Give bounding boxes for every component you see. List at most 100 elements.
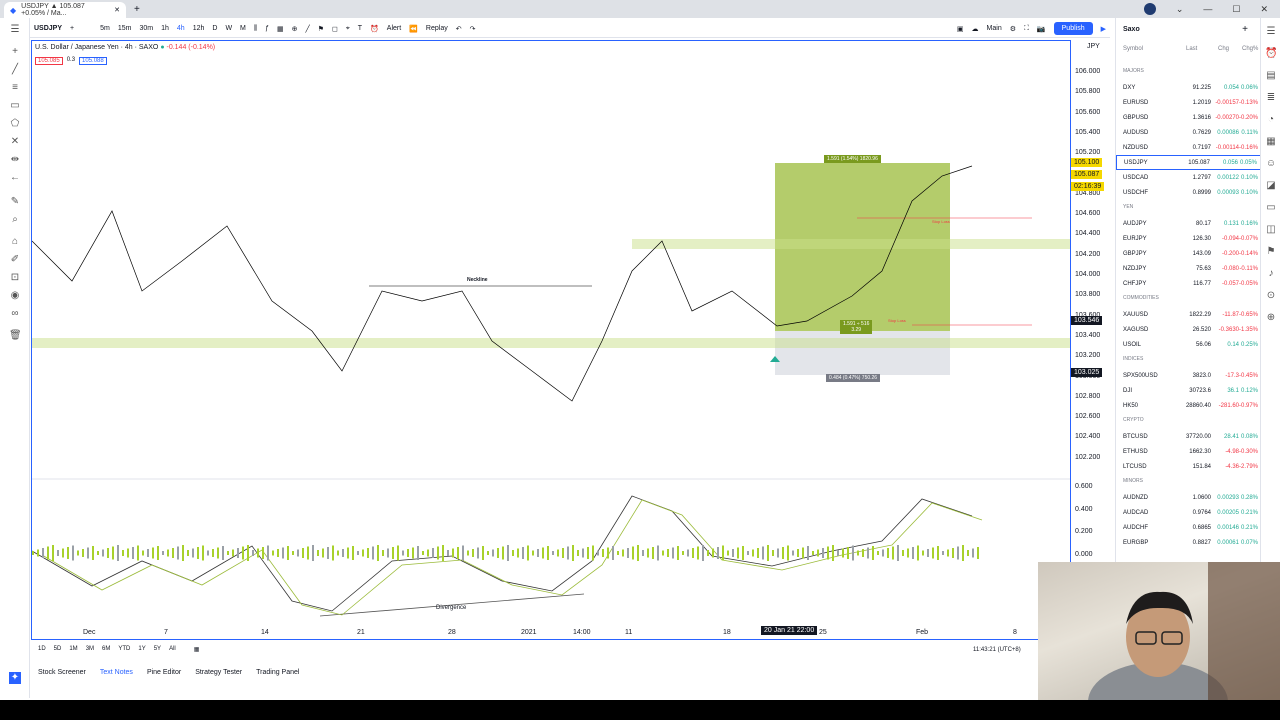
range-1d[interactable]: 1D: [38, 646, 46, 658]
interval-30m[interactable]: 30m: [139, 25, 153, 32]
range-ytd[interactable]: YTD: [118, 646, 130, 658]
trend-line-icon[interactable]: ╱: [9, 64, 21, 76]
time-axis[interactable]: Dec 7 14 21 28 2021 14:00 11 18 20 Jan 21 22:00 25…: [31, 626, 1071, 640]
eye-icon[interactable]: ◉: [9, 290, 21, 302]
close-tab-icon[interactable]: ✕: [114, 6, 120, 14]
range-3m[interactable]: 3M: [86, 646, 94, 658]
replay-button[interactable]: Replay: [426, 25, 448, 32]
link-icon[interactable]: ∞: [9, 308, 21, 320]
watchlist-row[interactable]: ETHUSD 1662.30 -4.98 -0.30%: [1116, 444, 1261, 459]
watchlist-row[interactable]: EURUSD 1.2019 -0.00157 -0.13%: [1116, 95, 1261, 110]
add-symbol-icon[interactable]: +: [70, 25, 74, 32]
header-chg[interactable]: Chg: [1218, 46, 1229, 52]
tab-pine-editor[interactable]: Pine Editor: [147, 669, 181, 676]
compare-icon[interactable]: ⊕: [292, 25, 298, 33]
fib-icon[interactable]: ≡: [9, 82, 21, 94]
sidebar-tool-icon[interactable]: ♪: [1265, 268, 1277, 280]
fullscreen-icon[interactable]: ⛶: [1024, 25, 1029, 33]
range-6m[interactable]: 6M: [102, 646, 110, 658]
measure-icon[interactable]: ⇹: [9, 154, 21, 166]
undo-icon[interactable]: ↶: [456, 25, 462, 33]
templates-icon[interactable]: ▦: [277, 25, 284, 33]
cloud-icon[interactable]: ☁: [972, 25, 979, 33]
header-chgp[interactable]: Chg%: [1242, 46, 1258, 52]
sidebar-tool-icon[interactable]: ▦: [1265, 136, 1277, 148]
layout-icon[interactable]: ▣: [957, 25, 964, 33]
sidebar-tool-icon[interactable]: ⊕: [1265, 312, 1277, 324]
watchlist-row[interactable]: AUDCHF 0.6865 0.00146 0.21%: [1116, 520, 1261, 535]
tab-strategy-tester[interactable]: Strategy Tester: [195, 669, 242, 676]
replay-icon[interactable]: ⏪: [409, 25, 418, 33]
shapes-icon[interactable]: ▭: [9, 100, 21, 112]
settings-icon[interactable]: ⚙: [1010, 25, 1016, 33]
sidebar-tool-icon[interactable]: ≣: [1265, 92, 1277, 104]
calendar-icon[interactable]: ▦: [194, 646, 200, 658]
magnet-icon[interactable]: ⌂: [9, 236, 21, 248]
back-icon[interactable]: ←: [9, 172, 21, 184]
minimize-icon[interactable]: —: [1203, 4, 1212, 14]
sidebar-tool-icon[interactable]: ☰: [1265, 26, 1277, 38]
alert-button[interactable]: Alert: [387, 25, 401, 32]
price-chart[interactable]: U.S. Dollar / Japanese Yen · 4h · SAXO ●…: [31, 40, 1071, 640]
watchlist-row[interactable]: USDJPY 105.087 0.056 0.05%: [1116, 155, 1261, 170]
watchlist-row[interactable]: AUDUSD 0.7629 0.00086 0.11%: [1116, 125, 1261, 140]
sidebar-tool-icon[interactable]: ◪: [1265, 180, 1277, 192]
sidebar-tool-icon[interactable]: ⏰: [1265, 48, 1277, 60]
watchlist-row[interactable]: EURGBP 0.8827 0.00061 0.07%: [1116, 535, 1261, 550]
watchlist-row[interactable]: BTCUSD 37720.00 28.41 0.08%: [1116, 429, 1261, 444]
publish-button[interactable]: Publish: [1053, 22, 1093, 35]
close-window-icon[interactable]: ✕: [1260, 4, 1268, 15]
watchlist-row[interactable]: EURJPY 126.30 -0.094 -0.07%: [1116, 231, 1261, 246]
header-last[interactable]: Last: [1186, 46, 1197, 52]
lock-icon[interactable]: ⊡: [9, 272, 21, 284]
tab-trading-panel[interactable]: Trading Panel: [256, 669, 299, 676]
sidebar-tool-icon[interactable]: ☺: [1265, 158, 1277, 170]
menu-icon[interactable]: ☰: [9, 24, 21, 36]
callout-icon[interactable]: ◻: [332, 25, 338, 33]
watchlist-row[interactable]: USOIL 56.06 0.14 0.25%: [1116, 337, 1261, 352]
watchlist-row[interactable]: AUDNZD 1.0600 0.00293 0.28%: [1116, 490, 1261, 505]
watchlist-row[interactable]: AUDJPY 80.17 0.131 0.16%: [1116, 216, 1261, 231]
indicators-icon[interactable]: ƒ: [265, 25, 269, 32]
watchlist-row[interactable]: AUDCAD 0.9764 0.00205 0.21%: [1116, 505, 1261, 520]
interval-5m[interactable]: 5m: [100, 25, 110, 32]
line-tool-icon[interactable]: ╱: [306, 25, 310, 33]
sidebar-tool-icon[interactable]: ◔: [1265, 114, 1277, 126]
watchlist-row[interactable]: NZDUSD 0.7197 -0.00114 -0.16%: [1116, 140, 1261, 155]
app-logo-icon[interactable]: ✦: [9, 672, 21, 684]
range-1m[interactable]: 1M: [69, 646, 77, 658]
watchlist-row[interactable]: HK50 28860.40 -281.60 -0.97%: [1116, 398, 1261, 413]
pin-icon[interactable]: ⌖: [346, 25, 350, 33]
add-symbol-icon[interactable]: +: [1242, 24, 1248, 35]
header-symbol[interactable]: Symbol: [1123, 46, 1143, 52]
text-icon[interactable]: T: [358, 25, 362, 32]
pencil-icon[interactable]: ✐: [9, 254, 21, 266]
pattern-icon[interactable]: ⬠: [9, 118, 21, 130]
watchlist-row[interactable]: SPX500USD 3823.0 -17.3 -0.45%: [1116, 368, 1261, 383]
range-5y[interactable]: 5Y: [154, 646, 161, 658]
browser-tab[interactable]: ◆ USDJPY ▲ 105.087 +0.05% / Ma... ✕: [4, 2, 126, 18]
interval-d[interactable]: D: [212, 25, 217, 32]
range-1y[interactable]: 1Y: [138, 646, 145, 658]
menu-chevron-icon[interactable]: ⌄: [1176, 4, 1184, 15]
sidebar-tool-icon[interactable]: ▤: [1265, 70, 1277, 82]
watchlist-row[interactable]: GBPUSD 1.3616 -0.00270 -0.20%: [1116, 110, 1261, 125]
interval-m[interactable]: M: [240, 25, 246, 32]
play-icon[interactable]: ▶: [1101, 25, 1106, 33]
layout-name[interactable]: Main: [987, 25, 1002, 32]
interval-w[interactable]: W: [225, 25, 232, 32]
interval-4h[interactable]: 4h: [177, 25, 185, 32]
price-axis[interactable]: JPY 106.000 105.800 105.600 105.400 105.200 1…: [1071, 40, 1111, 640]
flag-icon[interactable]: ⚑: [318, 25, 324, 33]
watchlist-row[interactable]: USDCAD 1.2797 0.00122 0.10%: [1116, 170, 1261, 185]
watchlist-row[interactable]: DXY 91.225 0.054 0.06%: [1116, 80, 1261, 95]
watchlist-row[interactable]: XAGUSD 26.520 -0.3630 -1.35%: [1116, 322, 1261, 337]
chart-type-icon[interactable]: ⫼: [254, 25, 257, 33]
watchlist-row[interactable]: NZDJPY 75.63 -0.080 -0.11%: [1116, 261, 1261, 276]
interval-1h[interactable]: 1h: [161, 25, 169, 32]
watchlist-row[interactable]: GBPJPY 143.09 -0.200 -0.14%: [1116, 246, 1261, 261]
sidebar-tool-icon[interactable]: ▭: [1265, 202, 1277, 214]
snapshot-icon[interactable]: 📷: [1037, 25, 1046, 33]
maximize-icon[interactable]: ☐: [1232, 4, 1240, 15]
prediction-icon[interactable]: ✕: [9, 136, 21, 148]
